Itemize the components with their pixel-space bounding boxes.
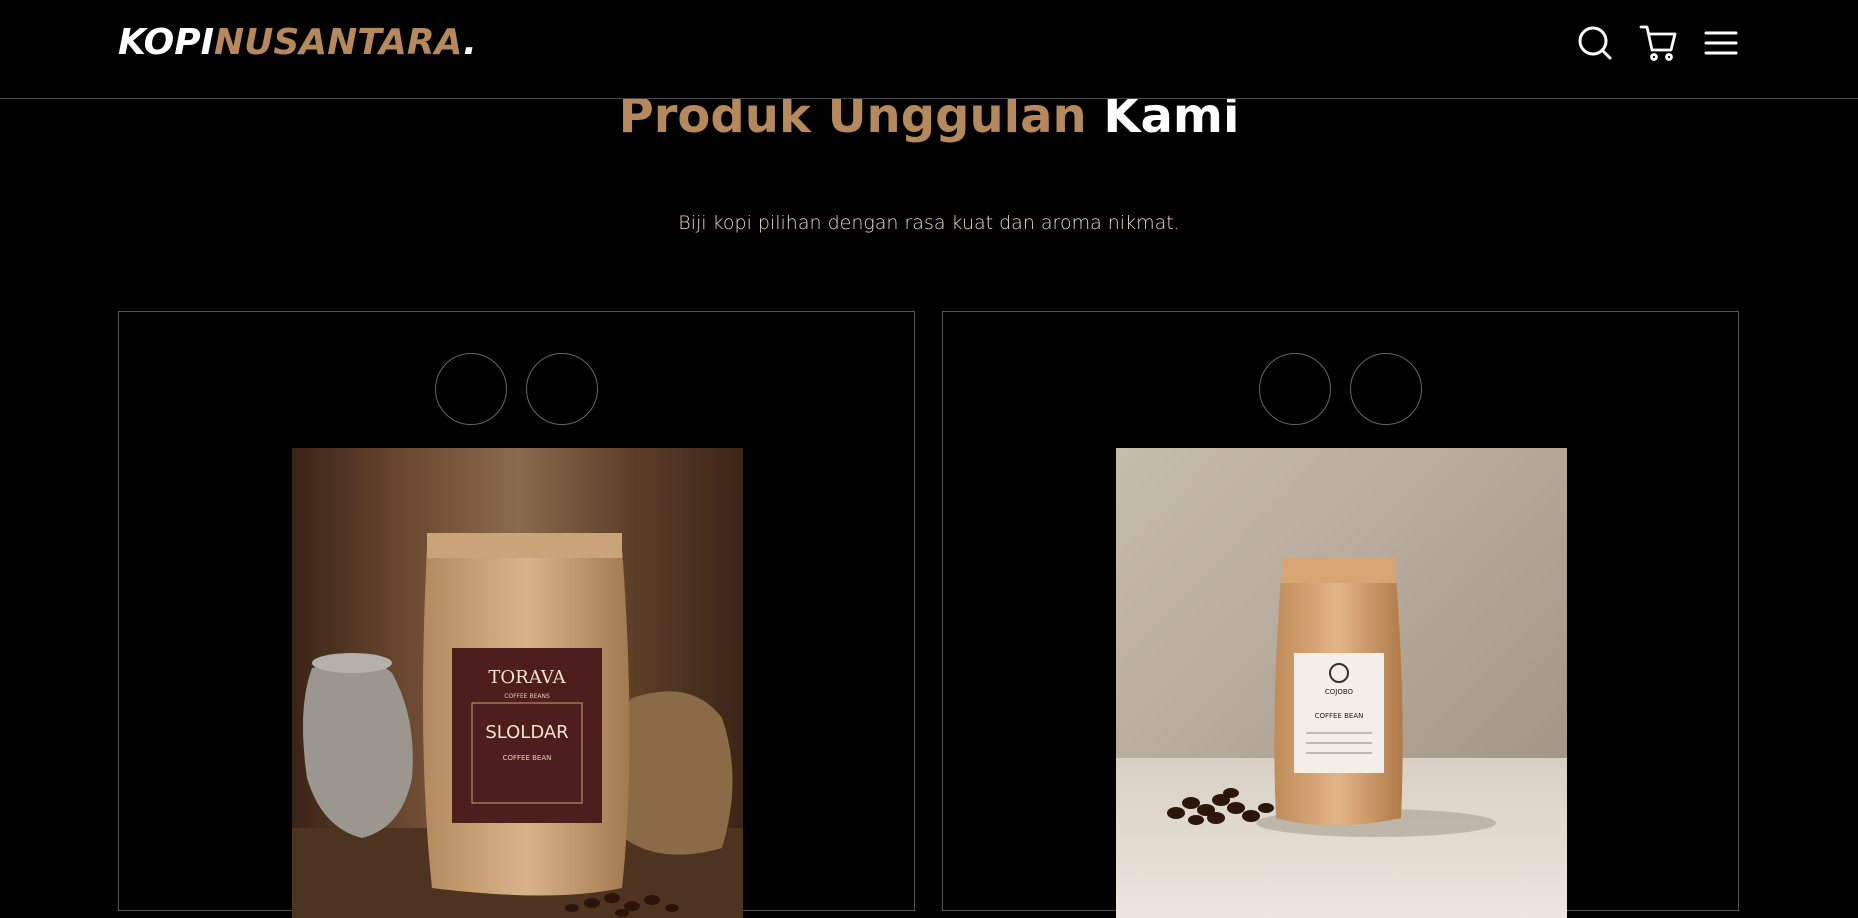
- card-action-icons: [943, 353, 1738, 425]
- bag-brand: TORAVA: [488, 667, 566, 688]
- card-action-button[interactable]: [526, 353, 598, 425]
- section-subtitle: Biji kopi pilihan dengan rasa kuat dan a…: [678, 212, 1180, 234]
- logo[interactable]: KOPINUSANTARA.: [118, 22, 477, 63]
- card-action-button[interactable]: [1350, 353, 1422, 425]
- bag-sub: COFFEE BEANS: [504, 693, 550, 700]
- product-card: TORAVA COFFEE BEANS SLOLDAR COFFEE BEAN: [118, 311, 915, 918]
- card-action-button[interactable]: [435, 353, 507, 425]
- bag-brand: COJOBO: [1325, 688, 1354, 696]
- menu-icon[interactable]: [1703, 24, 1739, 62]
- navbar: KOPINUSANTARA.: [0, 0, 1858, 99]
- nav-icons: [1577, 24, 1739, 62]
- bag-main: SLOLDAR: [485, 722, 568, 743]
- product-image[interactable]: COJOBO COFFEE BEAN: [1116, 448, 1567, 918]
- bag-type: COFFEE BEAN: [503, 754, 552, 762]
- product-card: COJOBO COFFEE BEAN: [942, 311, 1739, 918]
- bag-main: COFFEE BEAN: [1315, 712, 1364, 720]
- card-action-icons: [119, 353, 914, 425]
- card-action-button[interactable]: [1259, 353, 1331, 425]
- logo-part-kopi: KOPI: [118, 22, 214, 63]
- cart-icon[interactable]: [1639, 24, 1677, 62]
- logo-dot: .: [463, 22, 477, 63]
- product-image[interactable]: TORAVA COFFEE BEANS SLOLDAR COFFEE BEAN: [292, 448, 743, 918]
- search-icon[interactable]: [1577, 24, 1613, 62]
- logo-part-nusantara: NUSANTARA: [213, 22, 464, 63]
